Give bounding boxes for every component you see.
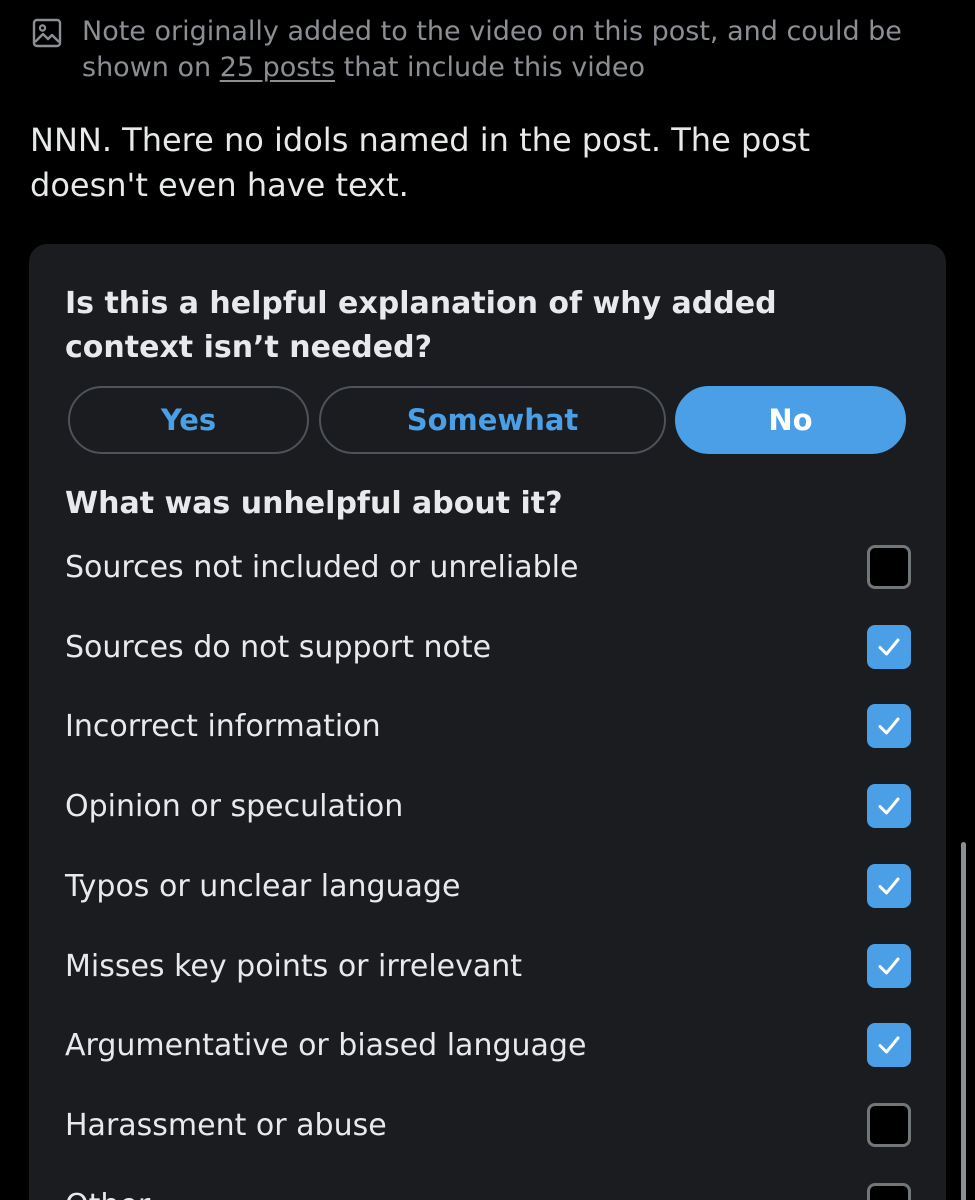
option-sources-do-not-support[interactable]: Sources do not support note: [65, 617, 911, 677]
note-origin-text: Note originally added to the video on th…: [82, 14, 932, 86]
option-label: Harassment or abuse: [65, 1107, 387, 1143]
checkbox[interactable]: [867, 704, 911, 748]
community-note-rating-screen: Note originally added to the video on th…: [0, 0, 975, 1200]
option-argumentative-or-biased[interactable]: Argumentative or biased language: [65, 1015, 911, 1075]
option-label: Other: [65, 1188, 150, 1200]
option-label: Opinion or speculation: [65, 788, 404, 824]
checkmark-icon: [878, 797, 900, 815]
option-opinion-or-speculation[interactable]: Opinion or speculation: [65, 776, 911, 836]
option-label: Incorrect information: [65, 708, 381, 744]
checkbox[interactable]: [867, 864, 911, 908]
somewhat-button[interactable]: Somewhat: [319, 386, 666, 454]
option-incorrect-information[interactable]: Incorrect information: [65, 696, 911, 756]
checkbox[interactable]: [867, 545, 911, 589]
helpfulness-question: Is this a helpful explanation of why add…: [65, 286, 777, 365]
option-sources-not-included[interactable]: Sources not included or unreliable: [65, 537, 911, 597]
checkbox[interactable]: [867, 944, 911, 988]
checkmark-icon: [878, 1036, 900, 1054]
option-label: Argumentative or biased language: [65, 1027, 587, 1063]
option-label: Sources not included or unreliable: [65, 549, 579, 585]
option-label: Typos or unclear language: [65, 868, 461, 904]
scrollbar[interactable]: [961, 842, 966, 1200]
note-body-text: NNN. There no idols named in the post. T…: [30, 121, 811, 204]
checkbox[interactable]: [867, 1183, 911, 1200]
option-misses-key-points[interactable]: Misses key points or irrelevant: [65, 936, 911, 996]
no-button[interactable]: No: [675, 386, 906, 454]
unhelpful-question: What was unhelpful about it?: [65, 486, 563, 521]
option-label: Sources do not support note: [65, 629, 492, 665]
checkmark-icon: [878, 957, 900, 975]
checkmark-icon: [878, 877, 900, 895]
note-origin-info: Note originally added to the video on th…: [32, 14, 932, 86]
option-other[interactable]: Other: [65, 1175, 911, 1200]
checkbox[interactable]: [867, 784, 911, 828]
yes-button[interactable]: Yes: [68, 386, 309, 454]
option-typos-or-unclear[interactable]: Typos or unclear language: [65, 856, 911, 916]
option-label: Misses key points or irrelevant: [65, 948, 523, 984]
checkbox[interactable]: [867, 625, 911, 669]
checkmark-icon: [878, 638, 900, 656]
checkmark-icon: [878, 717, 900, 735]
checkbox[interactable]: [867, 1023, 911, 1067]
image-icon: [32, 18, 62, 48]
rating-card: Is this a helpful explanation of why add…: [29, 244, 946, 1200]
option-harassment-or-abuse[interactable]: Harassment or abuse: [65, 1095, 911, 1155]
origin-text-end: that include this video: [335, 52, 646, 83]
checkbox[interactable]: [867, 1103, 911, 1147]
posts-count-link[interactable]: 25 posts: [220, 52, 335, 83]
